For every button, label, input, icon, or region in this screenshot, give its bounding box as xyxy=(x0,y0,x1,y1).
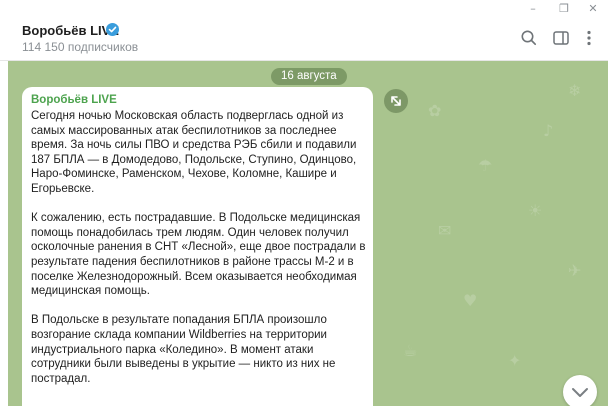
message-text: Сегодня ночью Московская область подверг… xyxy=(31,109,371,401)
pattern-icon: ☂ xyxy=(478,156,493,175)
message-paragraph: В Подольске в результате попадания БПЛА … xyxy=(31,314,336,385)
pattern-icon: ✦ xyxy=(508,351,522,370)
chat-background[interactable]: ✿ ☂ ♪ ✉ ☀ ✈ ♥ ☕ ✦ ❄ 16 августа Воробьёв … xyxy=(8,61,608,406)
message-sender[interactable]: Воробьёв LIVE xyxy=(31,94,117,106)
window-titlebar: – ❐ ✕ xyxy=(0,0,608,20)
channel-title[interactable]: Воробьёв LIVE xyxy=(22,23,119,38)
more-icon[interactable] xyxy=(579,28,599,48)
chat-header[interactable]: Воробьёв LIVE 114 150 подписчиков xyxy=(0,20,608,61)
pattern-icon: ☀ xyxy=(528,201,543,220)
subscriber-count: 114 150 подписчиков xyxy=(22,40,139,54)
maximize-button[interactable]: ❐ xyxy=(549,0,579,20)
pattern-icon: ✿ xyxy=(428,101,442,120)
verified-icon xyxy=(106,23,119,36)
pattern-icon: ♥ xyxy=(463,291,478,310)
message-paragraph: К сожалению, есть пострадавшие. В Подоль… xyxy=(31,212,366,298)
close-button[interactable]: ✕ xyxy=(578,0,608,20)
scroll-down-button[interactable] xyxy=(563,375,597,406)
message-paragraph: Сегодня ночью Московская область подверг… xyxy=(31,110,357,195)
message-bubble[interactable]: Воробьёв LIVE Сегодня ночью Московская о… xyxy=(22,87,373,406)
pattern-icon: ♪ xyxy=(543,121,554,140)
sidebar-toggle-icon[interactable] xyxy=(551,28,571,48)
forward-icon[interactable] xyxy=(384,89,408,113)
pattern-icon: ☕ xyxy=(403,341,418,360)
date-badge: 16 августа xyxy=(271,68,347,85)
pattern-icon: ❄ xyxy=(568,81,582,100)
search-icon[interactable] xyxy=(519,28,539,48)
pattern-icon: ✈ xyxy=(568,261,582,280)
minimize-button[interactable]: – xyxy=(518,0,548,20)
chevron-down-icon xyxy=(572,388,588,397)
pattern-icon: ✉ xyxy=(438,221,452,240)
